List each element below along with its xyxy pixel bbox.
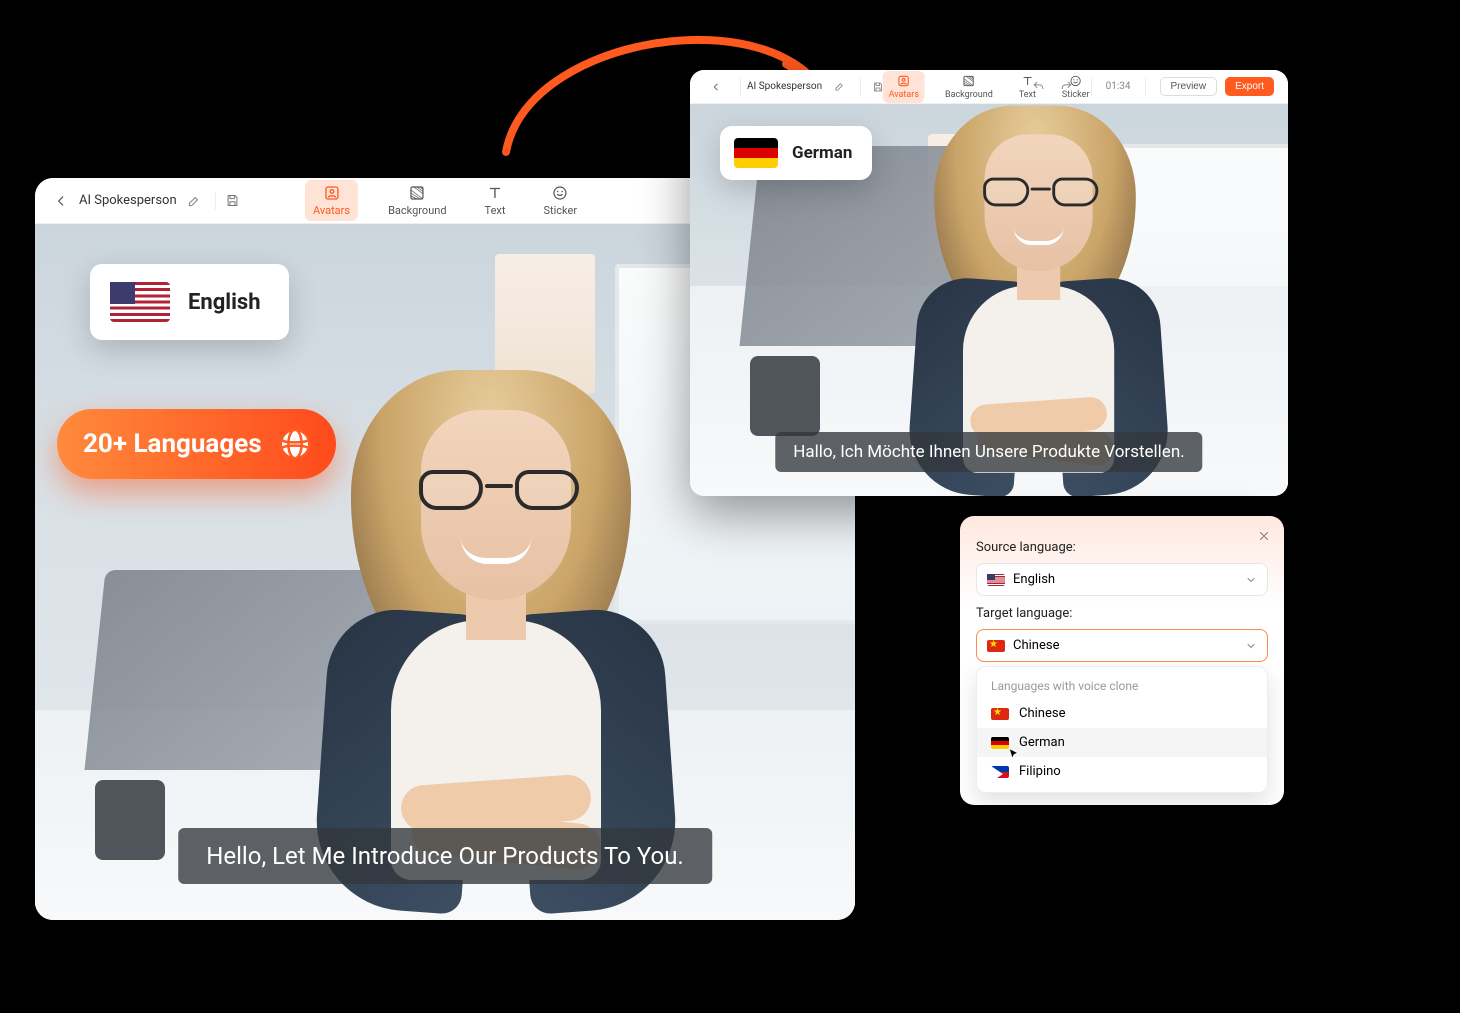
- languages-badge: 20+ Languages: [57, 409, 336, 479]
- cn-flag-icon: [991, 708, 1009, 720]
- project-title: AI Spokesperson: [747, 81, 822, 92]
- language-card-label: German: [792, 143, 852, 163]
- tab-label: Background: [388, 204, 446, 217]
- tab-label: Avatars: [313, 204, 350, 217]
- subtitle-target: Hallo, Ich Möchte Ihnen Unsere Produkte …: [775, 432, 1202, 472]
- bg-cup-shape: [95, 780, 165, 860]
- preview-button[interactable]: Preview: [1160, 77, 1218, 96]
- us-flag-icon: [987, 574, 1005, 586]
- back-button[interactable]: [704, 75, 728, 99]
- editor-tabs: Avatars Background Text Sticker: [305, 180, 585, 221]
- tab-label: Text: [1019, 90, 1036, 100]
- cn-flag-icon: [987, 640, 1005, 652]
- sticker-icon: [551, 184, 569, 202]
- target-language-label: Target language:: [976, 606, 1268, 621]
- background-icon: [962, 74, 976, 88]
- language-option-filipino[interactable]: Filipino: [977, 757, 1267, 786]
- tab-label: Background: [945, 90, 993, 100]
- tab-background[interactable]: Background: [380, 180, 454, 221]
- toolbar-divider: [860, 78, 861, 96]
- language-card-label: English: [188, 290, 261, 315]
- source-language-label: Source language:: [976, 540, 1268, 555]
- de-flag-icon: [991, 737, 1009, 749]
- language-card-german: German: [720, 126, 872, 180]
- toolbar-divider: [740, 78, 741, 96]
- target-language-dropdown: Languages with voice clone Chinese Germa…: [976, 666, 1268, 793]
- target-language-select[interactable]: Chinese: [976, 629, 1268, 662]
- tab-sticker[interactable]: Sticker: [1056, 71, 1095, 103]
- option-label: German: [1019, 735, 1065, 750]
- editor-window-target: AI Spokesperson Avatars Background Text: [690, 70, 1288, 496]
- editor-canvas[interactable]: German Hallo, Ich Möchte Ihnen Unsere Pr…: [690, 104, 1288, 496]
- rename-icon[interactable]: [828, 76, 850, 98]
- de-flag-icon: [734, 138, 778, 168]
- language-option-german[interactable]: German: [977, 728, 1267, 757]
- chevron-down-icon: [1245, 640, 1257, 652]
- tab-label: Sticker: [1062, 90, 1089, 100]
- back-button[interactable]: [49, 189, 73, 213]
- select-value: English: [1013, 572, 1055, 587]
- language-card-english: English: [90, 264, 289, 340]
- tab-text[interactable]: Text: [477, 180, 514, 221]
- option-label: Filipino: [1019, 764, 1061, 779]
- dropdown-group-label: Languages with voice clone: [977, 675, 1267, 699]
- chevron-down-icon: [1245, 574, 1257, 586]
- tab-label: Sticker: [543, 204, 577, 217]
- globe-icon: [276, 425, 314, 463]
- ph-flag-icon: [991, 766, 1009, 778]
- tab-label: Text: [485, 204, 506, 217]
- duration-label: 01:34: [1106, 81, 1131, 92]
- sticker-icon: [1069, 74, 1083, 88]
- editor-toolbar: AI Spokesperson Avatars Background Text: [690, 70, 1288, 104]
- us-flag-icon: [110, 282, 170, 322]
- language-panel: Source language: English Target language…: [960, 516, 1284, 805]
- export-button[interactable]: Export: [1225, 77, 1274, 96]
- project-title: AI Spokesperson: [79, 193, 177, 208]
- tab-text[interactable]: Text: [1013, 71, 1042, 103]
- text-icon: [1020, 74, 1034, 88]
- toolbar-divider: [215, 192, 216, 210]
- avatar-icon: [897, 74, 911, 88]
- tab-avatars[interactable]: Avatars: [305, 180, 358, 221]
- select-value: Chinese: [1013, 638, 1059, 653]
- badge-text: 20+ Languages: [83, 429, 262, 459]
- avatar-icon: [323, 184, 341, 202]
- rename-icon[interactable]: [183, 190, 205, 212]
- subtitle-source: Hello, Let Me Introduce Our Products To …: [178, 828, 712, 884]
- background-icon: [408, 184, 426, 202]
- tab-avatars[interactable]: Avatars: [883, 71, 925, 103]
- avatar-figure: [261, 300, 721, 920]
- tab-label: Avatars: [889, 90, 919, 100]
- bg-cup-shape: [750, 356, 820, 436]
- editor-tabs: Avatars Background Text Sticker: [883, 71, 1096, 103]
- tab-background[interactable]: Background: [939, 71, 999, 103]
- close-button[interactable]: [1254, 526, 1274, 546]
- option-label: Chinese: [1019, 706, 1065, 721]
- language-option-chinese[interactable]: Chinese: [977, 699, 1267, 728]
- tab-sticker[interactable]: Sticker: [535, 180, 585, 221]
- save-icon[interactable]: [222, 190, 244, 212]
- text-icon: [486, 184, 504, 202]
- source-language-select[interactable]: English: [976, 563, 1268, 596]
- toolbar-divider: [1145, 78, 1146, 96]
